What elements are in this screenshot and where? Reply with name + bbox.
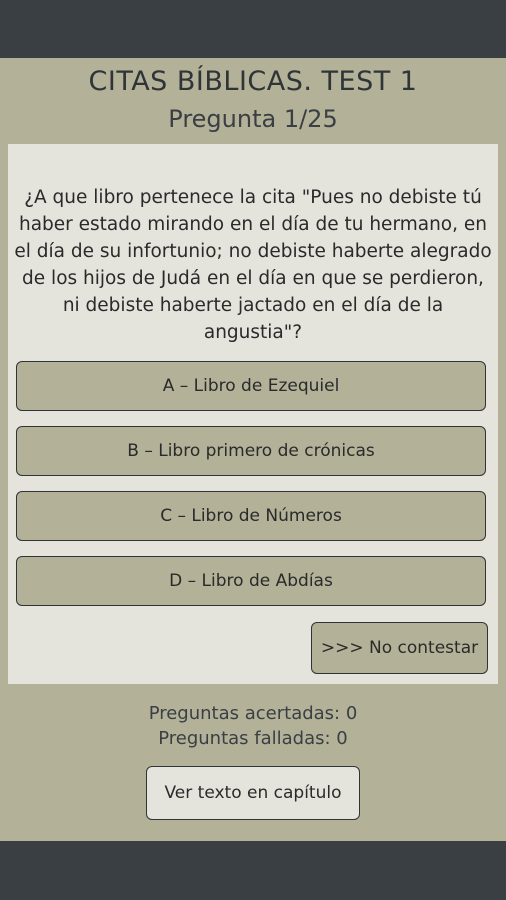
question-panel: ¿A que libro pertenece la cita "Pues no … [8, 144, 498, 684]
question-counter: Pregunta 1/25 [168, 105, 338, 133]
question-text: ¿A que libro pertenece la cita "Pues no … [14, 187, 492, 343]
answer-c-button[interactable]: C – Libro de Números [16, 491, 486, 541]
navigation-bar [0, 841, 506, 900]
view-chapter-button[interactable]: Ver texto en capítulo [146, 766, 360, 820]
wrong-count: Preguntas falladas: 0 [158, 728, 348, 749]
answer-b-button[interactable]: B – Libro primero de crónicas [16, 426, 486, 476]
quiz-screen: CITAS BÍBLICAS. TEST 1 Pregunta 1/25 ¿A … [0, 58, 506, 841]
answer-a-button[interactable]: A – Libro de Ezequiel [16, 361, 486, 411]
status-bar [0, 0, 506, 58]
correct-count: Preguntas acertadas: 0 [148, 703, 358, 724]
skip-button[interactable]: >>> No contestar [311, 622, 488, 674]
page-title: CITAS BÍBLICAS. TEST 1 [88, 66, 418, 97]
answer-d-button[interactable]: D – Libro de Abdías [16, 556, 486, 606]
